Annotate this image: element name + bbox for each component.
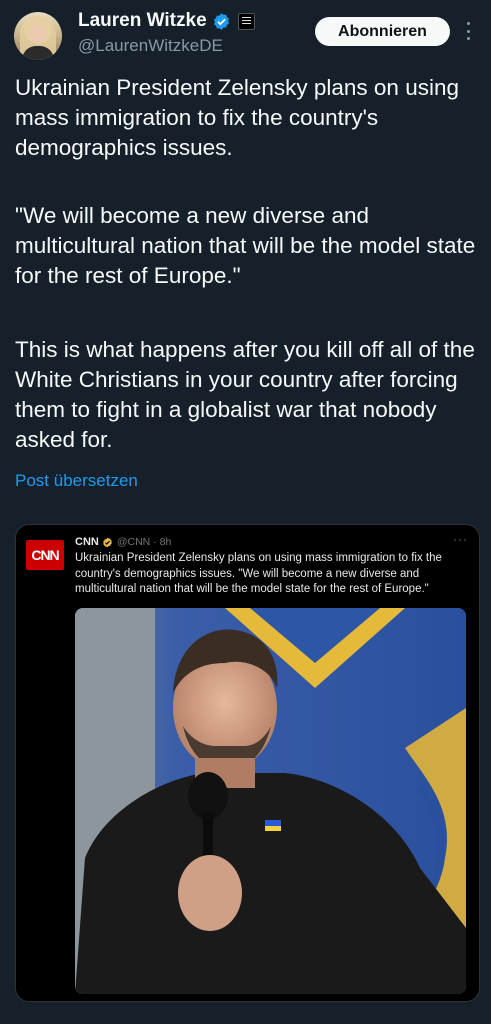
embedded-more-icon: ···	[453, 532, 468, 546]
embedded-screenshot[interactable]: CNN CNN @CNN · 8h ··· Ukrainian Presiden…	[15, 524, 480, 1002]
verified-icon	[213, 12, 229, 30]
gold-badge-icon	[103, 537, 112, 547]
embedded-header: CNN @CNN · 8h	[75, 534, 171, 550]
cnn-logo: CNN	[26, 540, 64, 570]
translate-link[interactable]: Post übersetzen	[15, 471, 138, 491]
affiliation-icon[interactable]	[237, 12, 255, 30]
embedded-photo	[75, 608, 466, 994]
tweet-paragraph: "We will become a new diverse and multic…	[15, 203, 476, 288]
embedded-text: Ukrainian President Zelensky plans on us…	[75, 552, 442, 595]
tweet-header: Lauren Witzke @LaurenWitzkeDE Abonnieren	[0, 0, 491, 70]
author-name-row: Lauren Witzke	[78, 9, 255, 33]
tweet-paragraph: This is what happens after you kill off …	[15, 337, 475, 452]
embedded-author-name: CNN	[75, 536, 99, 548]
avatar[interactable]	[14, 12, 62, 60]
follow-button[interactable]: Abonnieren	[315, 17, 450, 46]
tweet-paragraph: Ukrainian President Zelensky plans on us…	[15, 75, 459, 160]
author-handle[interactable]: @LaurenWitzkeDE	[78, 36, 223, 56]
photo-illustration	[75, 608, 466, 994]
embedded-handle: @CNN · 8h	[116, 536, 172, 548]
more-icon[interactable]	[462, 20, 474, 42]
author-display-name[interactable]: Lauren Witzke	[78, 10, 207, 32]
